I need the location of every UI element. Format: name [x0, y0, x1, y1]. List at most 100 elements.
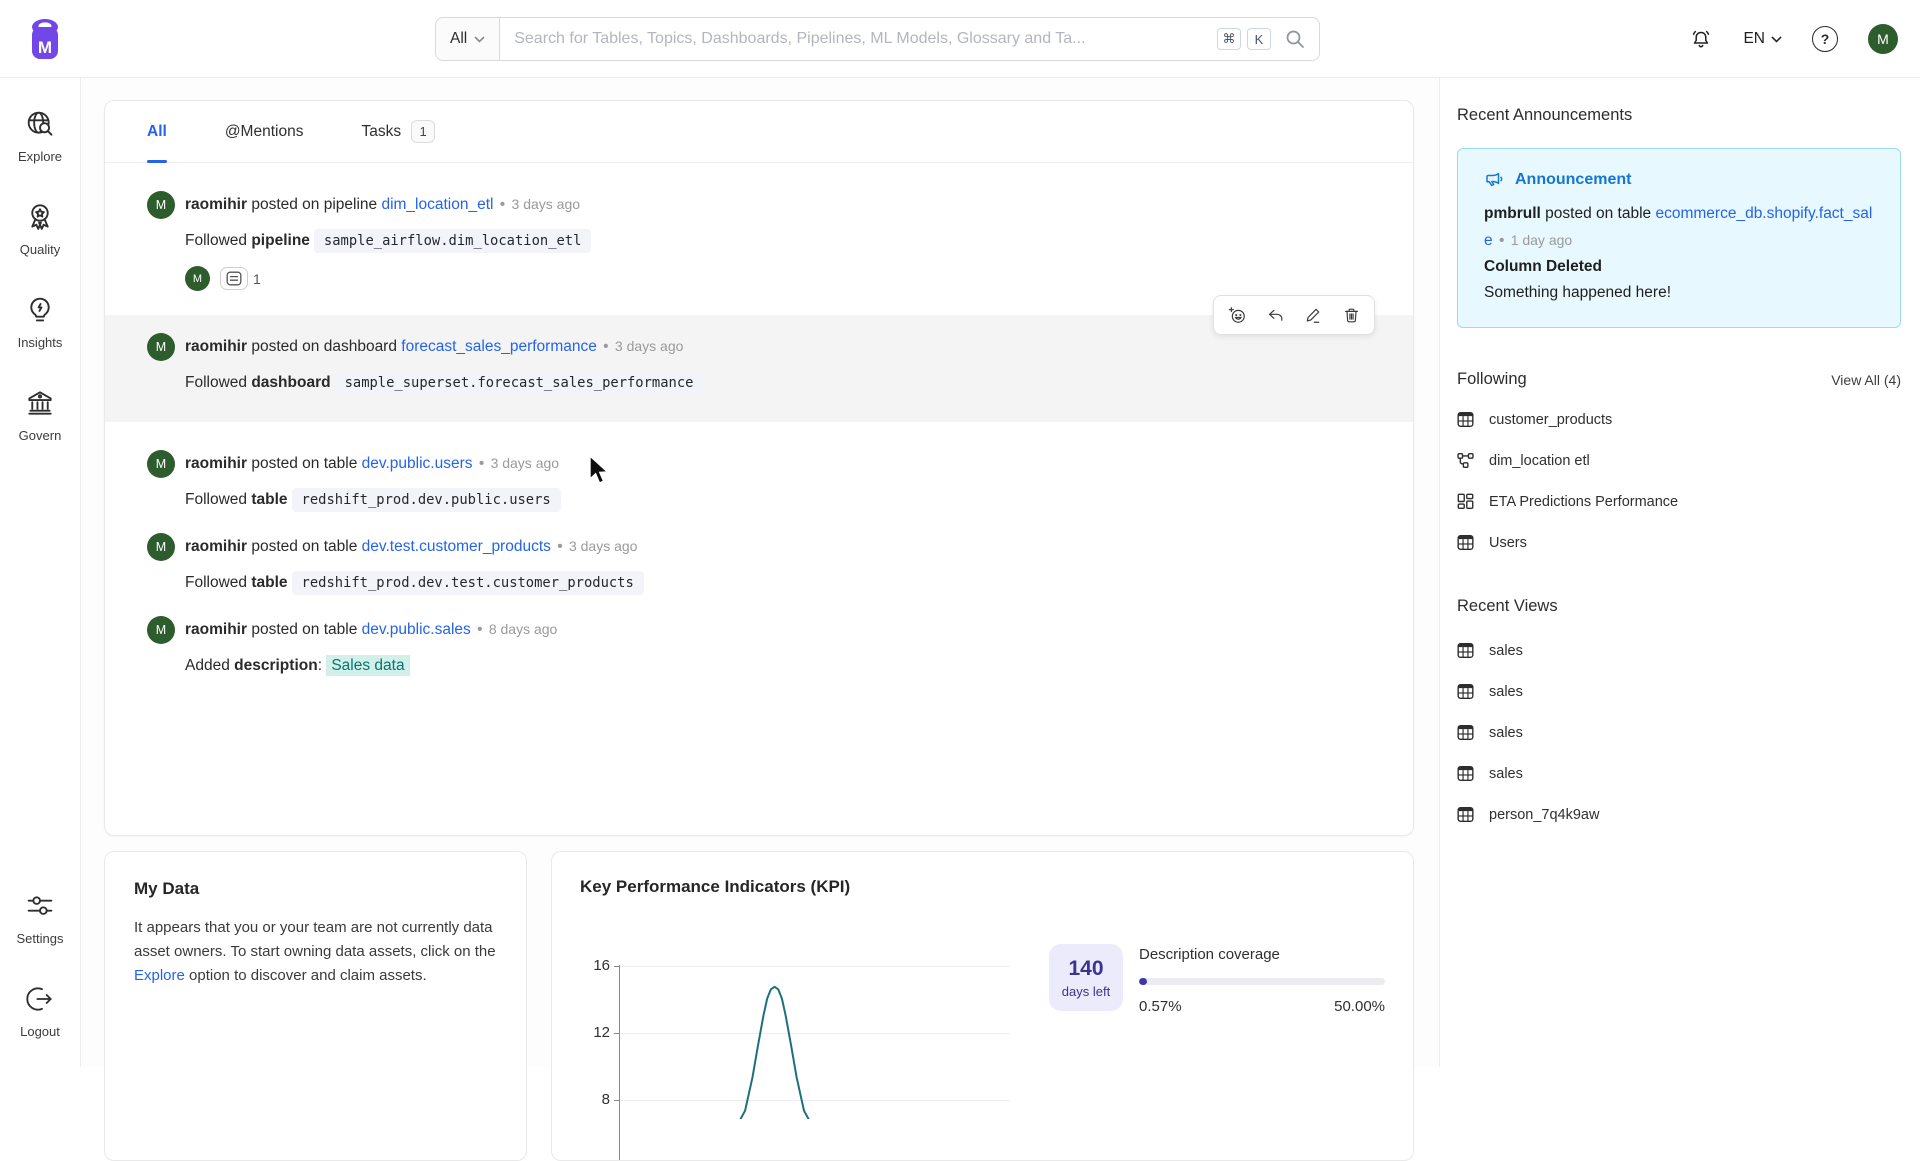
- list-item[interactable]: sales: [1457, 753, 1900, 794]
- table-icon: [1457, 765, 1474, 782]
- feed-entry: M raomihir posted on dashboard forecast_…: [105, 315, 1413, 422]
- explore-link[interactable]: Explore: [134, 967, 185, 984]
- entry-user[interactable]: raomihir: [185, 621, 247, 638]
- sidebar-item-explore[interactable]: Explore: [18, 108, 62, 164]
- coverage-current: 0.57%: [1139, 998, 1182, 1015]
- feed-entry: M raomihir posted on table dev.public.us…: [105, 432, 1413, 515]
- list-item-label: dim_location etl: [1489, 453, 1590, 469]
- notification-bell-icon[interactable]: [1689, 27, 1713, 51]
- reply-button[interactable]: [1256, 299, 1294, 331]
- search-icon[interactable]: [1285, 29, 1305, 49]
- list-item[interactable]: Users: [1457, 522, 1900, 563]
- entry-user[interactable]: raomihir: [185, 455, 247, 472]
- sidebar-item-settings[interactable]: Settings: [17, 890, 64, 946]
- search-scope-select[interactable]: All: [436, 18, 500, 60]
- table-icon: [1457, 806, 1474, 823]
- kpi-chart: 16 12 8: [570, 898, 1040, 1148]
- sidebar-item-logout[interactable]: Logout: [20, 983, 60, 1039]
- openmetadata-logo-icon[interactable]: M: [24, 17, 66, 61]
- coverage-target: 50.00%: [1334, 998, 1385, 1015]
- tab-mentions[interactable]: @Mentions: [225, 101, 304, 162]
- entry-avatar[interactable]: M: [147, 333, 175, 361]
- entry-avatar[interactable]: M: [147, 533, 175, 561]
- coverage-label: Description coverage: [1139, 946, 1385, 963]
- entry-time: 3 days ago: [491, 455, 560, 471]
- days-left-badge: 140 days left: [1049, 944, 1123, 1011]
- list-item-label: sales: [1489, 684, 1523, 700]
- list-item-label: Users: [1489, 535, 1527, 551]
- entity-fqn-chip: redshift_prod.dev.public.users: [292, 488, 561, 512]
- right-panel: Recent Announcements Announcement pmbrul…: [1439, 78, 1920, 1067]
- list-item-label: ETA Predictions Performance: [1489, 494, 1678, 510]
- entry-user[interactable]: raomihir: [185, 196, 247, 213]
- feed-entry: M raomihir posted on table dev.test.cust…: [105, 515, 1413, 598]
- entity-link[interactable]: dev.public.sales: [362, 621, 471, 638]
- top-bar: M All ⌘ K EN ? M: [0, 0, 1920, 78]
- entry-time: 3 days ago: [615, 338, 684, 354]
- announcement-message: Something happened here!: [1484, 280, 1874, 306]
- delete-button[interactable]: [1332, 299, 1370, 331]
- description-coverage: Description coverage 0.57% 50.00%: [1139, 944, 1385, 1015]
- list-item[interactable]: sales: [1457, 712, 1900, 753]
- announcement-card: Announcement pmbrull posted on table eco…: [1457, 148, 1901, 328]
- entry-time: 8 days ago: [489, 621, 558, 637]
- table-icon: [1457, 642, 1474, 659]
- y-tick-12: 12: [570, 1024, 610, 1041]
- feed-entry: M raomihir posted on table dev.public.sa…: [105, 598, 1413, 681]
- kpi-title: Key Performance Indicators (KPI): [580, 877, 1385, 897]
- help-icon[interactable]: ?: [1812, 26, 1838, 52]
- reaction-button[interactable]: [1218, 299, 1256, 331]
- entry-user[interactable]: raomihir: [185, 538, 247, 555]
- main-content: All @Mentions Tasks 1 M raomihir posted …: [81, 78, 1439, 1067]
- following-title: Following: [1457, 370, 1527, 389]
- entry-body: Added description: Sales data: [185, 657, 1371, 675]
- pipeline-icon: [1457, 452, 1474, 469]
- entry-avatar[interactable]: M: [147, 191, 175, 219]
- entity-fqn-chip: sample_airflow.dim_location_etl: [314, 229, 592, 253]
- comment-icon: [226, 271, 242, 286]
- entity-link[interactable]: dev.test.customer_products: [362, 538, 551, 555]
- entry-avatar[interactable]: M: [147, 616, 175, 644]
- insights-icon: [24, 294, 56, 326]
- edit-icon: [1304, 306, 1323, 325]
- kpi-line-series: [620, 965, 988, 1119]
- svg-text:M: M: [38, 38, 52, 57]
- sidebar-item-insights[interactable]: Insights: [18, 294, 63, 350]
- feed-tabs: All @Mentions Tasks 1: [105, 101, 1413, 163]
- delete-icon: [1342, 306, 1361, 325]
- entity-link[interactable]: dim_location_etl: [381, 196, 493, 213]
- megaphone-icon: [1484, 170, 1504, 190]
- entry-user[interactable]: raomihir: [185, 338, 247, 355]
- following-list: customer_products dim_location etl ETA P…: [1457, 399, 1900, 563]
- tab-tasks[interactable]: Tasks 1: [361, 101, 435, 162]
- entity-link[interactable]: forecast_sales_performance: [401, 338, 597, 355]
- user-avatar[interactable]: M: [1868, 24, 1898, 54]
- list-item[interactable]: customer_products: [1457, 399, 1900, 440]
- entry-header: M raomihir posted on dashboard forecast_…: [147, 333, 1371, 361]
- entry-avatar[interactable]: M: [147, 450, 175, 478]
- list-item[interactable]: person_7q4k9aw: [1457, 794, 1900, 835]
- sidebar-item-quality[interactable]: Quality: [20, 201, 60, 257]
- tab-all[interactable]: All: [147, 101, 167, 162]
- language-select[interactable]: EN: [1743, 30, 1782, 48]
- announcement-time: 1 day ago: [1511, 232, 1573, 248]
- my-data-card: My Data It appears that you or your team…: [104, 851, 527, 1161]
- list-item[interactable]: ETA Predictions Performance: [1457, 481, 1900, 522]
- list-item[interactable]: sales: [1457, 630, 1900, 671]
- following-view-all-link[interactable]: View All (4): [1831, 372, 1901, 388]
- reaction-icon: [1228, 306, 1247, 325]
- list-item[interactable]: sales: [1457, 671, 1900, 712]
- announcement-label: Announcement: [1515, 171, 1631, 189]
- table-icon: [1457, 411, 1474, 428]
- edit-button[interactable]: [1294, 299, 1332, 331]
- recent-views-title: Recent Views: [1457, 597, 1900, 616]
- sidebar-item-govern[interactable]: Govern: [19, 387, 62, 443]
- search-input[interactable]: [500, 30, 1217, 48]
- tasks-count-badge: 1: [411, 120, 435, 143]
- entity-link[interactable]: dev.public.users: [362, 455, 473, 472]
- list-item[interactable]: dim_location etl: [1457, 440, 1900, 481]
- announcement-body: pmbrull posted on table ecommerce_db.sho…: [1484, 201, 1874, 306]
- comment-count-button[interactable]: 1: [220, 267, 261, 290]
- quality-icon: [24, 201, 56, 233]
- days-left-value: 140: [1068, 957, 1103, 981]
